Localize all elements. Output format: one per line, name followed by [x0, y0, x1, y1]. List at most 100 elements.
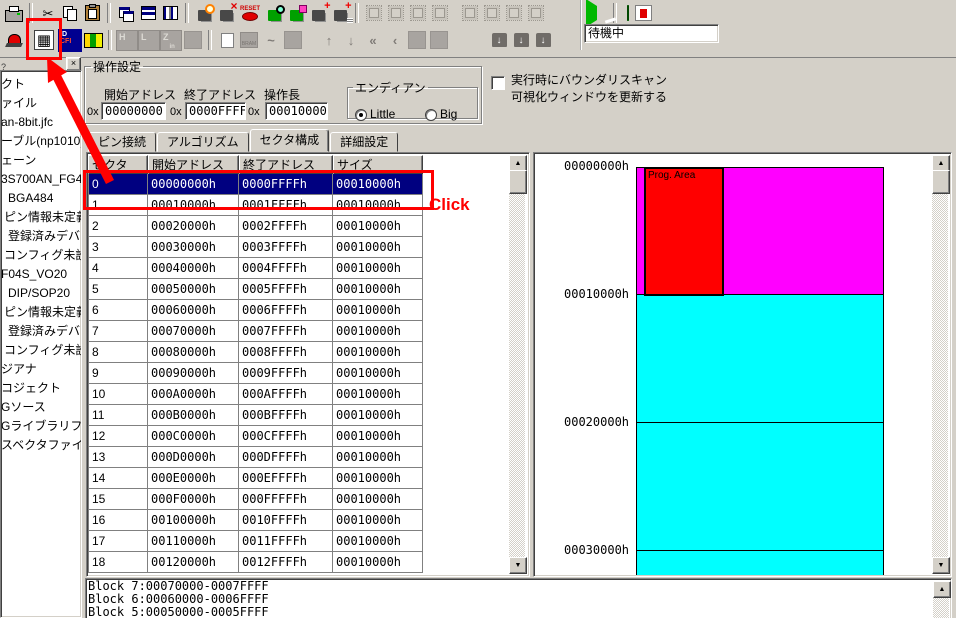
map-scrollbar[interactable]: ▲ ▼ — [932, 155, 948, 574]
package-view-button-2[interactable] — [385, 2, 407, 24]
add-device-list-button[interactable] — [329, 2, 351, 24]
tree-item[interactable]: BGA484 — [1, 189, 81, 208]
connect-double-button[interactable]: « — [362, 29, 384, 51]
endian-big-radio[interactable] — [425, 109, 437, 121]
scrollbar-thumb[interactable] — [932, 170, 950, 194]
tile-vertical-button[interactable] — [159, 2, 181, 24]
update-visualization-checkbox[interactable] — [491, 76, 505, 90]
move-up-button[interactable]: ↑ — [318, 29, 340, 51]
table-row[interactable]: 300030000h0003FFFFh00010000h — [88, 237, 423, 258]
blank-button-3[interactable] — [406, 29, 428, 51]
tab-detail[interactable]: 詳細設定 — [330, 132, 398, 152]
run-button[interactable] — [586, 6, 597, 20]
column-header-start-address[interactable]: 開始アドレス — [148, 155, 239, 174]
tree-item[interactable]: クト — [1, 75, 81, 94]
memory-block-1[interactable] — [636, 294, 884, 423]
package-view-button-6[interactable] — [481, 2, 503, 24]
new-file-button[interactable] — [216, 29, 238, 51]
tree-item[interactable]: ァイル — [1, 94, 81, 113]
scrollbar-track[interactable] — [509, 155, 525, 574]
tree-item[interactable]: ピン情報未定義 — [1, 208, 81, 227]
tree-item[interactable]: ジアナ — [1, 360, 81, 379]
table-row[interactable]: 10000A0000h000AFFFFh00010000h — [88, 384, 423, 405]
drive-z-button[interactable]: Zin — [160, 29, 182, 51]
cascade-windows-button[interactable] — [115, 2, 137, 24]
tile-horizontal-button[interactable] — [137, 2, 159, 24]
package-view-button-8[interactable] — [525, 2, 547, 24]
table-row[interactable]: 13000D0000h000DFFFFh00010000h — [88, 447, 423, 468]
table-row[interactable]: 600060000h0006FFFFh00010000h — [88, 300, 423, 321]
table-row[interactable]: 11000B0000h000BFFFFh00010000h — [88, 405, 423, 426]
power-on-button[interactable] — [627, 6, 629, 20]
tree-item[interactable]: 登録済みデバ — [1, 322, 81, 341]
table-row[interactable]: 700070000h0007FFFFh00010000h — [88, 321, 423, 342]
scroll-up-button[interactable]: ▲ — [933, 581, 951, 598]
power-off-button[interactable] — [635, 5, 652, 21]
table-row[interactable]: 12000C0000h000CFFFFh00010000h — [88, 426, 423, 447]
tab-algorithm[interactable]: アルゴリズム — [157, 132, 249, 152]
table-row[interactable]: 000000000h0000FFFFh00010000h — [88, 174, 423, 195]
package-view-button-7[interactable] — [503, 2, 525, 24]
tree-item[interactable]: ーブル(np1010) — [1, 132, 81, 151]
bram-button[interactable]: BRAM — [238, 29, 260, 51]
tree-item[interactable]: コジェクト — [1, 379, 81, 398]
tree-item[interactable]: 登録済みデバ — [1, 227, 81, 246]
tree-item[interactable]: an-8bit.jfc — [1, 113, 81, 132]
table-row[interactable]: 1600100000h0010FFFFh00010000h — [88, 510, 423, 531]
memory-block-3[interactable] — [636, 550, 884, 575]
device-scan-button[interactable] — [263, 2, 285, 24]
drive-low-button[interactable]: L — [138, 29, 160, 51]
alarm-button[interactable] — [3, 29, 25, 51]
package-view-button-3[interactable] — [407, 2, 429, 24]
program-flash-button-2[interactable]: ↓ — [510, 29, 532, 51]
waveform-button[interactable]: ~ — [260, 29, 282, 51]
package-view-button-4[interactable] — [429, 2, 451, 24]
log-scrollbar[interactable]: ▲ — [933, 581, 949, 618]
device-map-button[interactable] — [285, 2, 307, 24]
cut-button[interactable]: ✂ — [37, 2, 59, 24]
table-row[interactable]: 14000E0000h000EFFFFh00010000h — [88, 468, 423, 489]
connect-single-button[interactable]: ‹ — [384, 29, 406, 51]
sector-config-button[interactable]: ▦ — [33, 29, 55, 51]
memory-block-2[interactable] — [636, 422, 884, 551]
id-cfi-button[interactable]: IDCFI — [58, 29, 82, 51]
column-header-size[interactable]: サイズ — [333, 155, 423, 174]
table-row[interactable]: 1700110000h0011FFFFh00010000h — [88, 531, 423, 552]
package-view-button-5[interactable] — [459, 2, 481, 24]
tree-item[interactable]: ピン情報未定義 — [1, 303, 81, 322]
tree-item[interactable]: ェーン — [1, 151, 81, 170]
tree-item[interactable]: Gライブラリファイ — [1, 417, 81, 436]
table-scrollbar[interactable]: ▲ ▼ — [509, 155, 525, 574]
scrollbar-track[interactable] — [932, 155, 948, 574]
prog-area-block[interactable]: Prog. Area — [644, 167, 724, 296]
tab-pin[interactable]: ピン接続 — [88, 132, 156, 152]
tree-item[interactable]: スベクタファイル — [1, 436, 81, 455]
table-row[interactable]: 100010000h0001FFFFh00010000h — [88, 195, 423, 216]
tree-item[interactable]: コンフィグ未設定 — [1, 246, 81, 265]
column-header-sector[interactable]: セクタ — [88, 155, 148, 174]
close-icon[interactable]: × — [66, 57, 81, 71]
column-header-end-address[interactable]: 終了アドレス — [239, 155, 333, 174]
tree-item[interactable]: コンフィグ未設定 — [1, 341, 81, 360]
tree-item[interactable]: F04S_VO20 — [1, 265, 81, 284]
status-field[interactable]: 待機中 — [584, 24, 719, 43]
blank-button-4[interactable] — [428, 29, 450, 51]
operation-length-input[interactable] — [265, 102, 328, 120]
table-row[interactable]: 400040000h0004FFFFh00010000h — [88, 258, 423, 279]
paste-button[interactable] — [81, 2, 103, 24]
print-button[interactable] — [3, 2, 25, 24]
tree-item[interactable]: 3S700AN_FG48 — [1, 170, 81, 189]
table-row[interactable]: 900090000h0009FFFFh00010000h — [88, 363, 423, 384]
start-address-input[interactable] — [101, 102, 166, 120]
tree-item[interactable]: DIP/SOP20 — [1, 284, 81, 303]
reset-button[interactable]: RESET — [237, 2, 263, 24]
endian-little-radio[interactable] — [355, 109, 367, 121]
scroll-down-button[interactable]: ▼ — [932, 557, 950, 574]
program-flash-button-3[interactable]: ↓ — [532, 29, 554, 51]
table-row[interactable]: 15000F0000h000FFFFFh00010000h — [88, 489, 423, 510]
end-address-input[interactable] — [185, 102, 246, 120]
scroll-down-button[interactable]: ▼ — [509, 557, 527, 574]
add-device-button[interactable] — [307, 2, 329, 24]
drive-high-button[interactable]: H — [116, 29, 138, 51]
blank-button-2[interactable] — [282, 29, 304, 51]
